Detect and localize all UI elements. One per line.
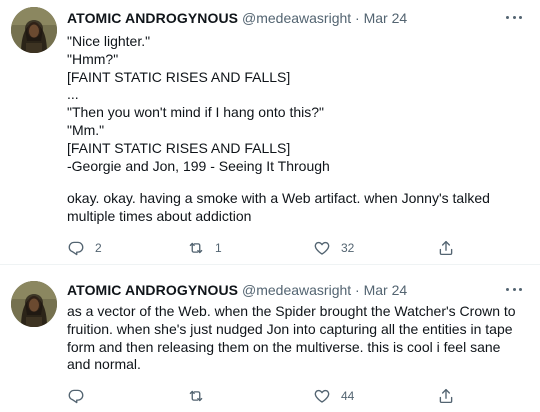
retweet-icon <box>189 242 203 254</box>
author-handle[interactable]: @medeawasright <box>242 10 351 26</box>
tweet-date[interactable]: Mar 24 <box>364 10 408 26</box>
share-button[interactable] <box>437 238 455 258</box>
tweet-line: "Hmm?" <box>67 50 119 67</box>
reply-button[interactable]: 2 <box>67 238 102 258</box>
tweet-header: ATOMIC ANDROGYNOUS @medeawasright · Mar … <box>67 10 407 26</box>
more-icon[interactable] <box>504 10 524 24</box>
tweet-line: "Nice lighter." <box>67 33 151 49</box>
tweet-paragraph: okay. okay. having a smoke with a Web ar… <box>67 190 490 225</box>
tweet-text: "Nice lighter." "Hmm?" [FAINT STATIC RIS… <box>67 33 527 226</box>
retweet-button[interactable] <box>187 386 215 406</box>
retweet-count: 1 <box>215 241 222 255</box>
tweet-line: "Then you won't mind if I hang onto this… <box>67 104 324 121</box>
like-button[interactable]: 44 <box>313 386 354 406</box>
retweet-button[interactable]: 1 <box>187 238 222 258</box>
tweet-line: ... <box>67 86 79 103</box>
tweet-date[interactable]: Mar 24 <box>364 282 408 298</box>
author-handle[interactable]: @medeawasright <box>242 282 351 298</box>
tweet-line: -Georgie and Jon, 199 - Seeing It Throug… <box>67 157 330 174</box>
tweet[interactable]: ATOMIC ANDROGYNOUS @medeawasright · Mar … <box>0 266 540 412</box>
share-button[interactable] <box>437 386 455 406</box>
tweet-line: [FAINT STATIC RISES AND FALLS] <box>67 139 291 156</box>
avatar-image <box>11 7 57 53</box>
avatar[interactable] <box>11 7 57 53</box>
tweet-text: as a vector of the Web. when the Spider … <box>67 303 527 374</box>
like-count: 44 <box>341 389 355 403</box>
share-icon <box>439 240 453 256</box>
avatar[interactable] <box>11 281 57 327</box>
reply-count: 2 <box>95 241 102 255</box>
like-icon <box>314 241 330 255</box>
like-count: 32 <box>341 241 355 255</box>
like-button[interactable]: 32 <box>313 238 354 258</box>
retweet-icon <box>189 390 203 402</box>
tweet-actions: 2 1 32 <box>67 238 467 258</box>
tweet-line: "Mm." <box>67 121 105 138</box>
more-icon[interactable] <box>504 282 524 296</box>
reply-icon <box>68 389 84 404</box>
tweet-line: [FAINT STATIC RISES AND FALLS] <box>67 68 291 85</box>
author-name[interactable]: ATOMIC ANDROGYNOUS <box>67 282 238 298</box>
tweet-actions: 44 <box>67 386 467 406</box>
avatar-image <box>11 281 57 327</box>
tweet-header: ATOMIC ANDROGYNOUS @medeawasright · Mar … <box>67 282 407 298</box>
reply-button[interactable] <box>67 386 95 406</box>
tweet[interactable]: ATOMIC ANDROGYNOUS @medeawasright · Mar … <box>0 0 540 265</box>
reply-icon <box>68 241 84 256</box>
author-name[interactable]: ATOMIC ANDROGYNOUS <box>67 10 238 26</box>
separator-dot: · <box>355 10 360 26</box>
tweet-paragraph: as a vector of the Web. when the Spider … <box>67 303 516 373</box>
share-icon <box>439 388 453 404</box>
like-icon <box>314 389 330 403</box>
separator-dot: · <box>355 282 360 298</box>
